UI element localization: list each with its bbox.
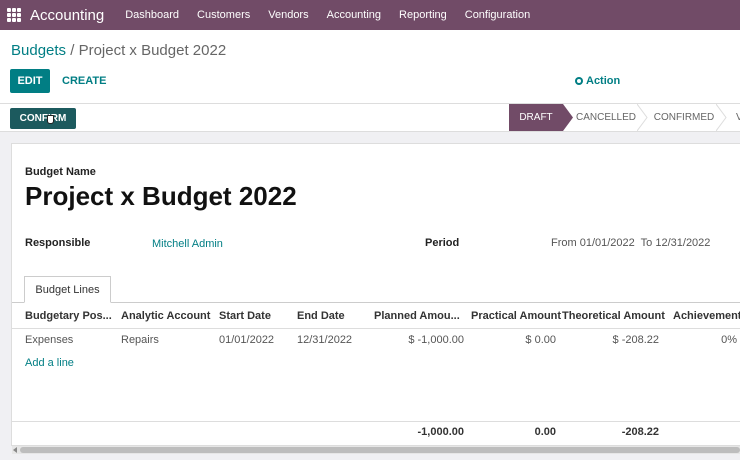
col-end-date[interactable]: End Date (297, 310, 345, 322)
create-button[interactable]: CREATE (62, 75, 106, 87)
apps-menu-icon[interactable] (7, 8, 21, 22)
responsible-link[interactable]: Mitchell Admin (152, 238, 223, 250)
cell-planned-amount[interactable]: $ -1,000.00 (408, 334, 464, 346)
cell-practical-amount[interactable]: $ 0.00 (525, 334, 556, 346)
app-name[interactable]: Accounting (30, 7, 104, 24)
total-theoretical-amount: -208.22 (621, 426, 659, 438)
col-practical-amount[interactable]: Practical Amount (471, 310, 561, 322)
cell-theoretical-amount[interactable]: $ -208.22 (613, 334, 659, 346)
tab-budget-lines[interactable]: Budget Lines (24, 276, 111, 303)
breadcrumb-separator: / (66, 42, 79, 59)
col-planned-amount[interactable]: Planned Amou... (374, 310, 460, 322)
col-start-date[interactable]: Start Date (219, 310, 271, 322)
stage-draft[interactable]: DRAFT (509, 104, 563, 131)
scrollbar-thumb[interactable] (20, 447, 740, 453)
period-value: From 01/01/2022 To 12/31/2022 (551, 237, 711, 249)
nav-dashboard[interactable]: Dashboard (125, 9, 179, 21)
footer-divider (12, 421, 740, 422)
stage-cancelled[interactable]: CANCELLED (573, 104, 639, 131)
col-budgetary-position[interactable]: Budgetary Pos... (25, 310, 112, 322)
breadcrumb-budgets-link[interactable]: Budgets (11, 42, 66, 59)
horizontal-scrollbar[interactable] (12, 446, 740, 454)
budget-name-label: Budget Name (25, 166, 96, 178)
col-achievement[interactable]: Achievement (673, 310, 740, 322)
cell-end-date[interactable]: 12/31/2022 (297, 334, 352, 346)
nav-vendors[interactable]: Vendors (268, 9, 308, 21)
total-planned-amount: -1,000.00 (417, 426, 464, 438)
col-analytic-account[interactable]: Analytic Account (121, 310, 210, 322)
nav-reporting[interactable]: Reporting (399, 9, 447, 21)
header-divider (12, 328, 740, 329)
mouse-cursor-icon (47, 115, 54, 124)
cell-analytic-account[interactable]: Repairs (121, 334, 159, 346)
stage-arrow-icon (716, 104, 728, 131)
cell-achievement[interactable]: 0% (721, 334, 737, 346)
total-practical-amount: 0.00 (534, 426, 556, 438)
edit-button[interactable]: EDIT (10, 69, 50, 93)
breadcrumb: Budgets / Project x Budget 2022 (11, 42, 226, 59)
nav-customers[interactable]: Customers (197, 9, 250, 21)
status-bar: CONFIRM DRAFT CANCELLED CONFIRMED V (0, 103, 740, 132)
cell-budgetary-position[interactable]: Expenses (25, 334, 73, 346)
nav-accounting[interactable]: Accounting (327, 9, 381, 21)
col-theoretical-amount[interactable]: Theoretical Amount (562, 310, 665, 322)
nav-configuration[interactable]: Configuration (465, 9, 530, 21)
gear-icon (575, 77, 583, 85)
tab-divider (12, 302, 740, 303)
action-menu-button[interactable]: Action (575, 75, 620, 87)
top-navbar: Accounting Dashboard Customers Vendors A… (0, 0, 740, 30)
control-panel: Budgets / Project x Budget 2022 EDIT CRE… (0, 30, 740, 103)
action-label: Action (586, 75, 621, 87)
cell-start-date[interactable]: 01/01/2022 (219, 334, 274, 346)
responsible-label: Responsible (25, 237, 91, 249)
confirm-button[interactable]: CONFIRM (10, 108, 76, 129)
stage-confirmed[interactable]: CONFIRMED (649, 104, 719, 131)
stage-arrow-icon (637, 104, 649, 131)
breadcrumb-current: Project x Budget 2022 (78, 42, 227, 59)
period-label: Period (425, 237, 460, 249)
stage-validated[interactable]: V (728, 104, 740, 131)
add-line-link[interactable]: Add a line (25, 357, 74, 369)
scroll-left-icon[interactable] (13, 447, 17, 453)
budget-name-title: Project x Budget 2022 (25, 181, 297, 211)
